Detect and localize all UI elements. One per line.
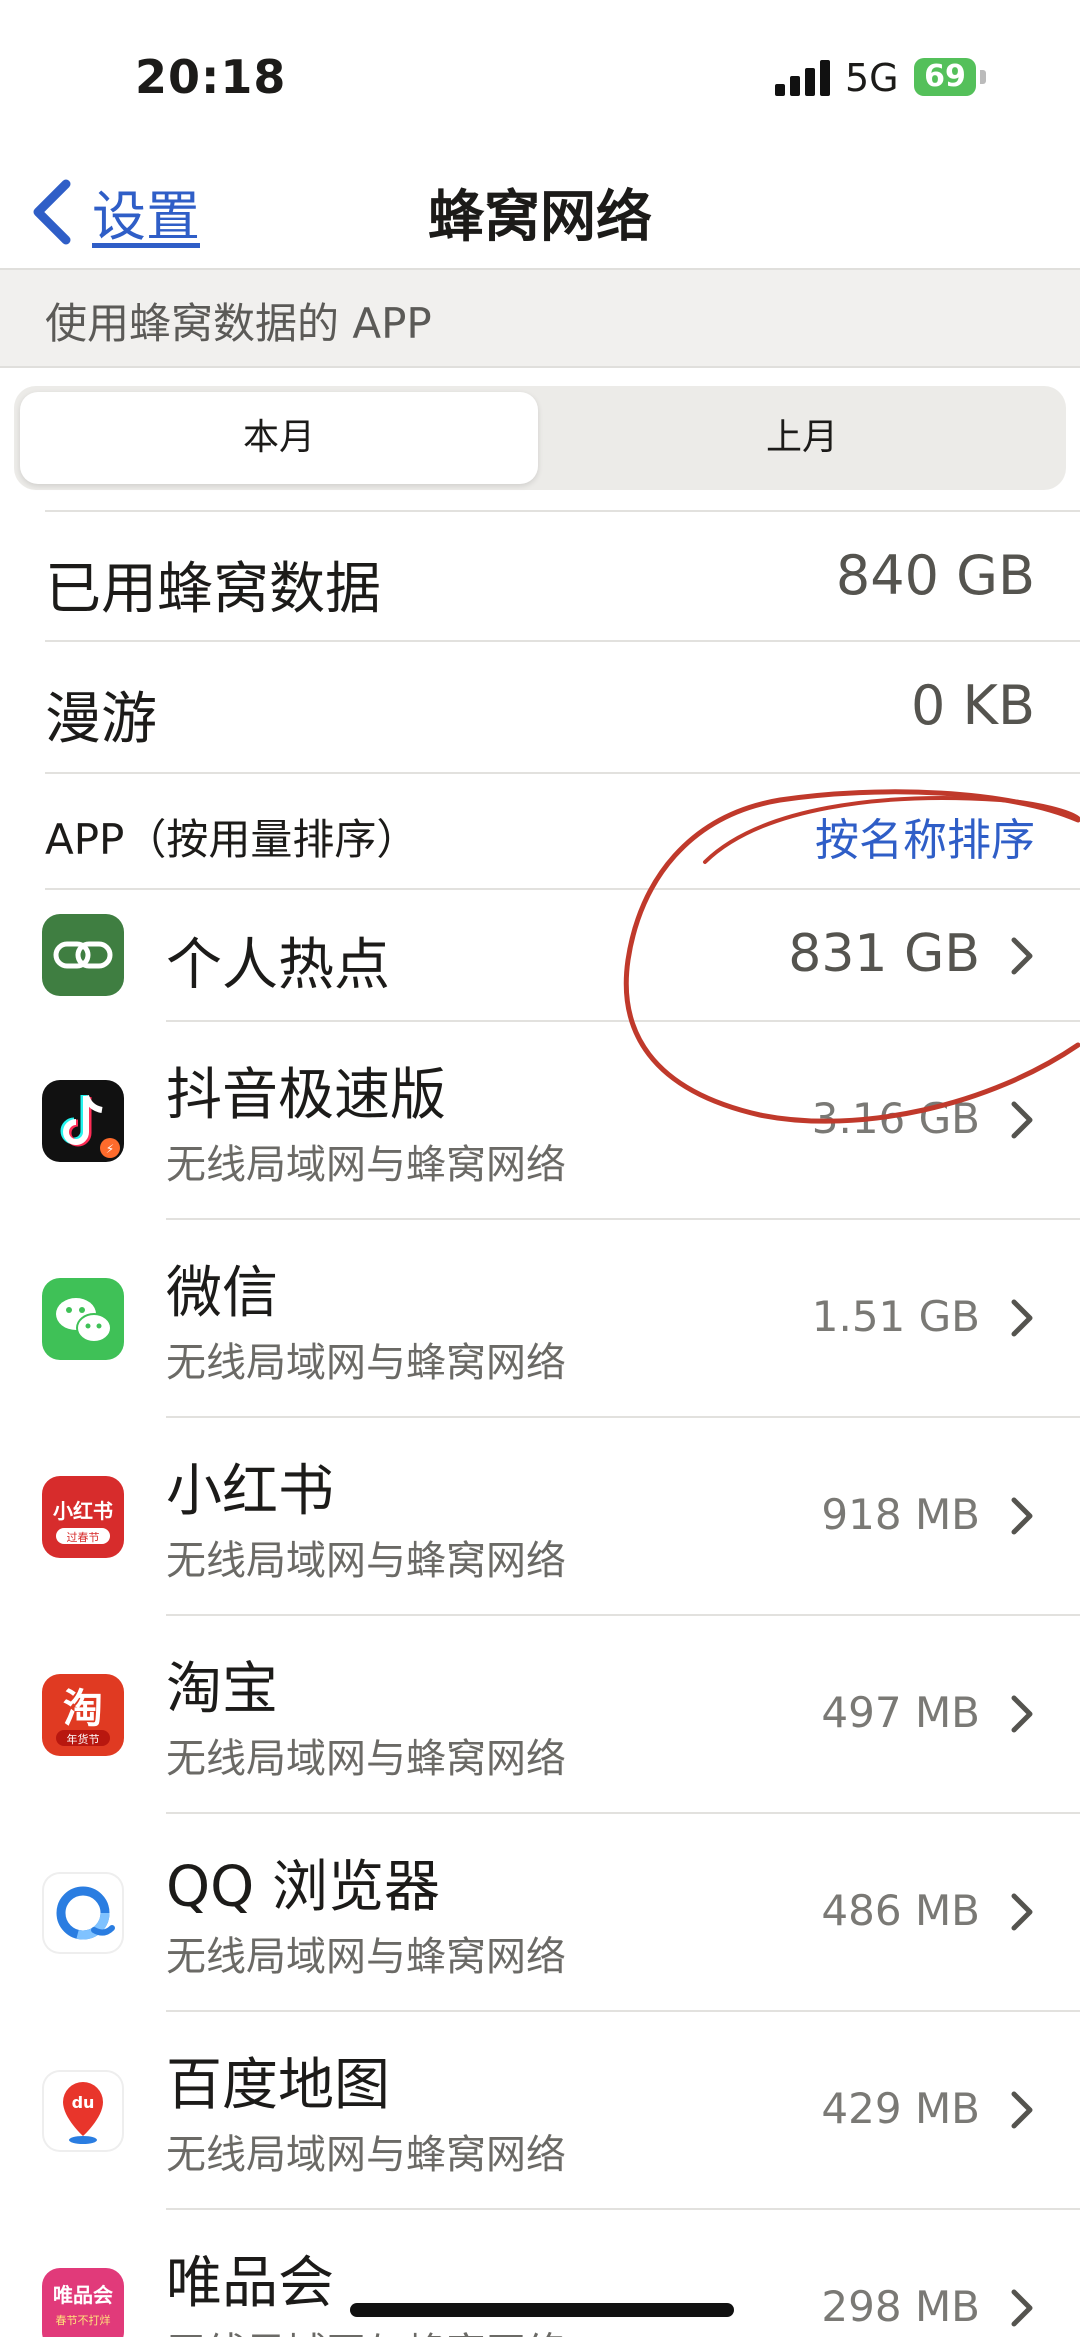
app-name: 百度地图 [166,2053,390,2118]
app-data-usage: 3.16 GB [811,1094,980,1143]
cellular-signal-icon [775,60,831,96]
app-row-vipshop[interactable]: 唯品会 春节不打烊 唯品会 无线局域网与蜂窝网络 298 MB [0,2210,1080,2337]
home-indicator [350,2303,734,2317]
status-time: 20:18 [135,50,287,104]
app-data-usage: 486 MB [821,1886,980,1935]
app-row-xiaohongshu[interactable]: 小红书 过春节 小红书 无线局域网与蜂窝网络 918 MB [0,1418,1080,1614]
app-row-qq-browser[interactable]: QQ 浏览器 无线局域网与蜂窝网络 486 MB [0,1814,1080,2010]
xiaohongshu-icon-sublabel: 过春节 [67,1531,100,1544]
segment-last-month[interactable]: 上月 [544,392,1060,484]
xiaohongshu-icon-label: 小红书 [53,1499,113,1523]
app-row-taobao[interactable]: 淘 年货节 淘宝 无线局域网与蜂窝网络 497 MB [0,1616,1080,1812]
app-name: 微信 [166,1261,278,1326]
segment-this-month[interactable]: 本月 [20,392,538,484]
app-subtitle: 无线局域网与蜂窝网络 [166,2320,566,2337]
app-subtitle: 无线局域网与蜂窝网络 [166,1142,566,1188]
wechat-icon [42,1278,124,1360]
apps-header: APP（按用量排序） 按名称排序 [45,790,1035,880]
app-name: QQ 浏览器 [166,1855,440,1920]
app-name: 个人热点 [166,933,390,998]
personal-hotspot-icon [42,914,124,996]
chevron-right-icon [1011,1101,1033,1139]
network-type: 5G [845,56,899,100]
xiaohongshu-icon: 小红书 过春节 [42,1476,124,1558]
taobao-icon: 淘 年货节 [42,1674,124,1756]
section-header-label: 使用蜂窝数据的 APP [45,299,432,348]
chevron-right-icon [1011,1893,1033,1931]
app-data-usage: 918 MB [821,1490,980,1539]
summary-label: 已用蜂窝数据 [45,557,381,622]
chevron-right-icon [1011,937,1033,975]
roaming-row: 漫游 0 KB [45,642,1035,772]
app-row-baidu-map[interactable]: du 百度地图 无线局域网与蜂窝网络 429 MB [0,2012,1080,2208]
chevron-right-icon [1011,1695,1033,1733]
battery-icon: 69 [914,58,976,96]
app-data-usage: 831 GB [788,924,980,984]
chevron-right-icon [1011,1299,1033,1337]
app-name: 唯品会 [166,2251,334,2316]
app-data-usage: 1.51 GB [811,1292,980,1341]
vipshop-icon: 唯品会 春节不打烊 [42,2268,124,2337]
chevron-right-icon [1011,2289,1033,2327]
app-data-usage: 497 MB [821,1688,980,1737]
cellular-data-used-row: 已用蜂窝数据 840 GB [45,512,1035,642]
baidu-map-icon: du [42,2070,124,2152]
page-title: 蜂窝网络 [428,185,652,250]
app-name: 小红书 [166,1459,334,1524]
app-row-personal-hotspot[interactable]: 个人热点 831 GB [0,890,1080,1020]
qq-browser-icon [42,1872,124,1954]
summary-value: 840 GB [835,544,1035,607]
sort-by-name-button[interactable]: 按名称排序 [815,804,1035,868]
summary-label: 漫游 [45,687,157,752]
douyin-badge: ⚡ [106,1142,114,1156]
section-header: 使用蜂窝数据的 APP [0,268,1080,368]
app-subtitle: 无线局域网与蜂窝网络 [166,1736,566,1782]
douyin-icon: ⚡ [42,1080,124,1162]
taobao-icon-sublabel: 年货节 [67,1732,100,1746]
app-data-usage: 298 MB [821,2282,980,2331]
baidu-map-icon-label: du [72,2093,95,2112]
app-subtitle: 无线局域网与蜂窝网络 [166,2132,566,2178]
period-segmented-control: 本月 上月 [14,386,1066,490]
summary-value: 0 KB [911,674,1035,737]
battery-tip [980,70,986,84]
vipshop-icon-label: 唯品会 [53,2283,113,2307]
apps-sort-label: APP（按用量排序） [45,815,419,864]
app-subtitle: 无线局域网与蜂窝网络 [166,1934,566,1980]
app-name: 淘宝 [166,1657,278,1722]
app-subtitle: 无线局域网与蜂窝网络 [166,1538,566,1584]
app-subtitle: 无线局域网与蜂窝网络 [166,1340,566,1386]
app-row-wechat[interactable]: 微信 无线局域网与蜂窝网络 1.51 GB [0,1220,1080,1416]
app-row-douyin[interactable]: ⚡ 抖音极速版 无线局域网与蜂窝网络 3.16 GB [0,1022,1080,1218]
navigation-bar: 设置 蜂窝网络 [0,160,1080,270]
chevron-right-icon [1011,1497,1033,1535]
vipshop-icon-sublabel: 春节不打烊 [56,2313,111,2327]
app-name: 抖音极速版 [166,1063,446,1128]
taobao-icon-label: 淘 [63,1686,103,1732]
divider [45,772,1080,774]
app-data-usage: 429 MB [821,2084,980,2133]
status-bar: 20:18 5G 69 [0,0,1080,160]
chevron-right-icon [1011,2091,1033,2129]
